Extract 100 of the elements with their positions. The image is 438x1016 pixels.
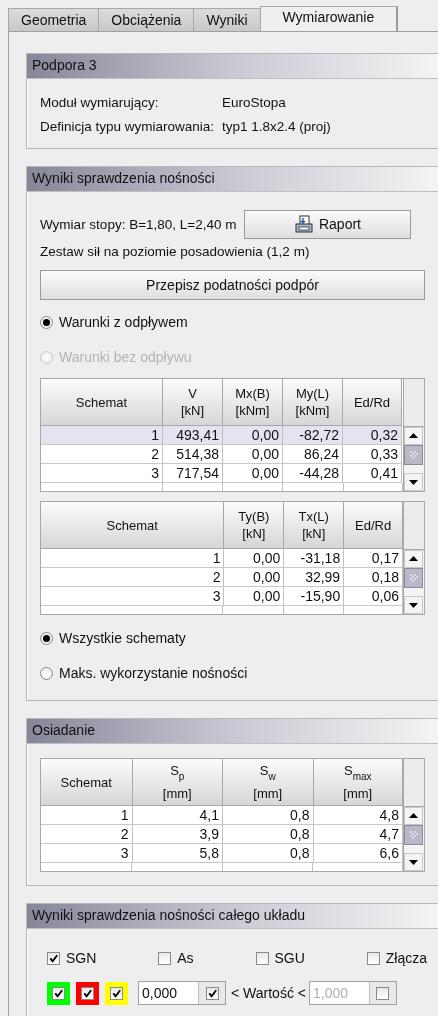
rewrite-button[interactable]: Przepisz podatności podpór — [40, 270, 425, 300]
column-header[interactable]: S$_{w}$ [mm] — [223, 759, 314, 806]
table-cell: 1 — [41, 806, 133, 825]
column-header[interactable]: Tx(L) [kN] — [284, 502, 345, 549]
radio-label: Warunki bez odpływu — [59, 349, 192, 365]
checkbox-option[interactable]: SGN — [47, 950, 97, 966]
radio-option[interactable]: Wszystkie schematy — [40, 627, 438, 649]
color-filter[interactable] — [105, 981, 128, 1005]
radio-button[interactable] — [40, 631, 53, 645]
check-icon — [111, 987, 122, 999]
checkbox-label: As — [177, 950, 194, 966]
table-cell: 3 — [41, 464, 163, 483]
table-row[interactable]: 3 0,00 -15,90 0,06 — [41, 587, 403, 606]
tab[interactable]: Wymiarowanie — [259, 6, 399, 31]
scrollbar[interactable] — [404, 550, 424, 614]
table-cell: 0,00 — [224, 587, 285, 606]
checkbox[interactable] — [255, 951, 269, 965]
table-cell: 5,8 — [132, 844, 223, 863]
scrollbar[interactable] — [404, 807, 424, 871]
table-cell: 2 — [41, 825, 133, 844]
checkbox[interactable] — [81, 986, 94, 1000]
scroll-thumb[interactable] — [404, 568, 423, 588]
table-row[interactable]: 2 3,9 0,8 4,7 — [41, 825, 403, 844]
tab[interactable]: Wyniki — [193, 8, 261, 31]
table-cell: 0,00 — [223, 426, 283, 445]
table-row[interactable]: 3 717,54 0,00 -44,28 0,41 — [41, 464, 403, 483]
checkbox-option[interactable]: SGU — [255, 950, 305, 966]
checkbox-option[interactable]: As — [158, 950, 194, 966]
checkbox-option[interactable]: Złącza — [366, 950, 427, 966]
checkbox[interactable] — [52, 986, 65, 1000]
table-row[interactable]: 3 5,8 0,8 6,6 — [41, 844, 403, 863]
table-cell: 3 — [41, 844, 133, 863]
section-header: Podpora 3 — [27, 54, 438, 79]
table-row[interactable]: 1 4,1 0,8 4,8 — [41, 806, 403, 825]
checkbox[interactable] — [205, 986, 219, 1000]
dimensions-text: Wymiar stopy: B=1,80, L=2,40 m — [40, 216, 237, 232]
report-button[interactable]: Raport — [244, 209, 412, 239]
scroll-down-icon[interactable] — [404, 853, 423, 871]
table-row[interactable]: 1 0,00 -31,18 0,17 — [41, 549, 403, 568]
column-header[interactable]: Ed/Rd — [344, 502, 403, 549]
check-icon — [53, 987, 64, 999]
scrollbar[interactable] — [404, 427, 424, 491]
column-header[interactable]: My(L) [kNm] — [283, 379, 343, 426]
checkbox-label: SGN — [66, 950, 97, 966]
section-header: Wyniki sprawdzenia nośności — [27, 167, 438, 192]
table-cell: 0,8 — [223, 806, 314, 825]
radio-button[interactable] — [40, 315, 53, 329]
forces-level-text: Zestaw sił na poziomie posadowienia (1,2 m) — [40, 244, 311, 261]
radio-button[interactable] — [40, 666, 53, 680]
column-header[interactable]: S$_{p}$ [mm] — [132, 759, 223, 806]
tab[interactable]: Geometria — [8, 8, 100, 31]
table-cell: -44,28 — [283, 464, 343, 483]
check-icon — [82, 987, 93, 999]
scroll-up-icon[interactable] — [404, 550, 423, 568]
column-header[interactable]: Ed/Rd — [343, 379, 402, 426]
column-header[interactable]: Schemat — [41, 502, 225, 549]
column-header[interactable]: Schemat — [41, 379, 163, 426]
table-cell: 0,32 — [343, 426, 402, 445]
check-icon — [48, 952, 59, 964]
radio-option[interactable]: Warunki z odpływem — [40, 311, 438, 333]
table-cell: 0,00 — [224, 568, 285, 587]
scroll-up-icon[interactable] — [404, 807, 423, 825]
checkbox[interactable] — [47, 951, 60, 965]
column-header[interactable]: Ty(B) [kN] — [224, 502, 285, 549]
tab[interactable]: Obciążenia — [98, 8, 195, 31]
table-cell: 2 — [41, 445, 163, 464]
table-row[interactable]: 2 514,38 0,00 86,24 0,33 — [41, 445, 403, 464]
scroll-up-icon[interactable] — [404, 427, 423, 445]
section-header: Wyniki sprawdzenia nośności całego układu — [27, 904, 438, 929]
column-header[interactable]: V [kN] — [163, 379, 223, 426]
column-header[interactable]: Schemat — [41, 759, 133, 806]
column-header[interactable]: S$_{max}$ [mm] — [313, 759, 403, 806]
checkbox[interactable] — [158, 951, 172, 965]
table-cell: 0,8 — [223, 844, 314, 863]
table-cell: 86,24 — [283, 445, 343, 464]
table-cell: 0,41 — [343, 464, 402, 483]
table-cell: 717,54 — [163, 464, 223, 483]
value-field[interactable]: 0,000 — [138, 981, 226, 1005]
color-filter[interactable] — [76, 981, 99, 1005]
radio-label: Warunki z odpływem — [59, 314, 188, 330]
color-filter[interactable] — [47, 981, 70, 1005]
table-cell: 3 — [41, 587, 225, 606]
table-cell: 1 — [41, 549, 225, 568]
table-cell: -15,90 — [284, 587, 345, 606]
table-cell: -31,18 — [284, 549, 345, 568]
column-header[interactable]: Mx(B) [kNm] — [223, 379, 283, 426]
checkbox[interactable] — [366, 951, 380, 965]
table-cell: 0,00 — [223, 445, 283, 464]
table-row[interactable]: 2 0,00 32,99 0,18 — [41, 568, 403, 587]
table-row[interactable]: 1 493,41 0,00 -82,72 0,32 — [41, 426, 403, 445]
table-cell: 3,9 — [132, 825, 223, 844]
scroll-thumb[interactable] — [404, 825, 423, 845]
checkbox[interactable] — [110, 986, 123, 1000]
table-cell: 4,1 — [132, 806, 223, 825]
scroll-down-icon[interactable] — [404, 596, 423, 614]
scroll-down-icon[interactable] — [404, 473, 423, 491]
field-label: Moduł wymiarujący: — [40, 94, 160, 110]
radio-option[interactable]: Maks. wykorzystanie nośności — [40, 662, 438, 684]
scroll-thumb[interactable] — [404, 445, 423, 465]
table-cell: 0,33 — [343, 445, 402, 464]
